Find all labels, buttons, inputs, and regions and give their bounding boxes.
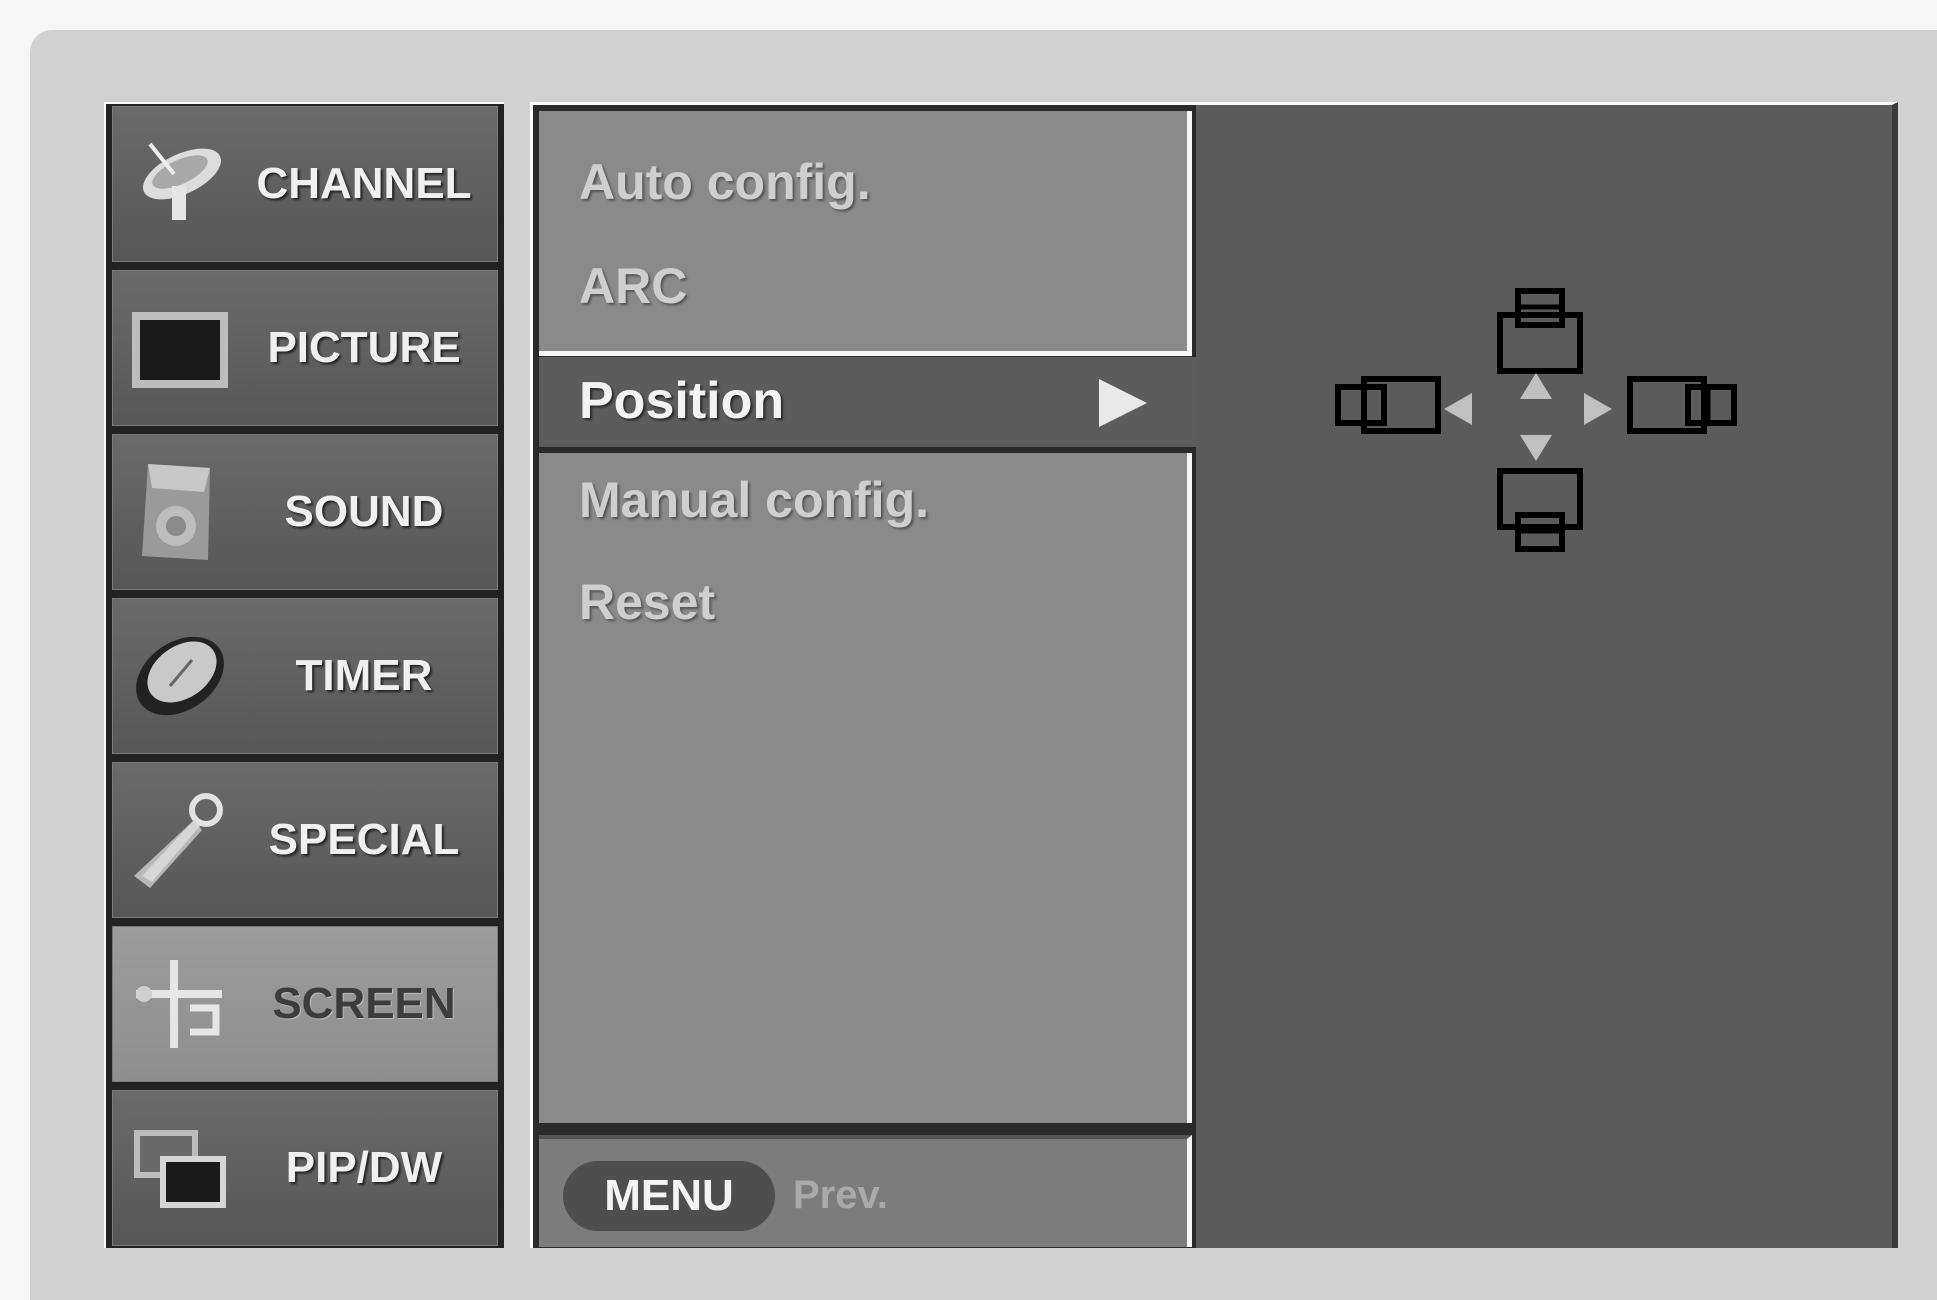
submenu-lower-group: Manual config. Reset: [539, 453, 1192, 1123]
arrow-left-icon[interactable]: [1442, 391, 1474, 427]
category-pip-dw[interactable]: PIP/DW: [112, 1090, 498, 1246]
category-screen[interactable]: SCREEN: [112, 926, 498, 1082]
menu-item-arc[interactable]: ARC: [579, 257, 687, 315]
menu-item-position[interactable]: Position: [539, 357, 1199, 447]
selected-item-label: Position: [579, 372, 785, 430]
tv-screen-icon: [132, 312, 228, 388]
menu-button[interactable]: MENU: [563, 1161, 775, 1231]
move-right-icon[interactable]: [1626, 373, 1740, 437]
submenu-arrow-right-icon: [1099, 379, 1147, 427]
category-label: CHANNEL: [256, 159, 472, 208]
category-picture[interactable]: PICTURE: [112, 270, 498, 426]
category-label: SPECIAL: [268, 815, 460, 864]
menu-item-auto-config[interactable]: Auto config.: [579, 153, 871, 211]
move-up-icon[interactable]: [1496, 285, 1586, 377]
arrow-up-icon[interactable]: [1516, 371, 1556, 401]
clock-icon: [136, 636, 224, 716]
menu-item-manual-config[interactable]: Manual config.: [579, 471, 929, 529]
category-special[interactable]: SPECIAL: [112, 762, 498, 918]
menu-item-reset[interactable]: Reset: [579, 573, 715, 631]
submenu-footer: MENU Prev.: [539, 1135, 1192, 1247]
screen-adjust-icon: [136, 960, 222, 1048]
satellite-dish-icon: [143, 142, 221, 220]
category-channel[interactable]: CHANNEL: [112, 106, 498, 262]
category-menu: CHANNEL PICTURE SOUND TIMER SPECIAL SCRE…: [104, 102, 504, 1248]
key-icon: [134, 793, 223, 888]
position-panel: [1196, 102, 1898, 1248]
arrow-right-icon[interactable]: [1582, 391, 1614, 427]
footer-hint: Prev.: [793, 1173, 888, 1217]
screen-submenu: Auto config. ARC Position Manual config.…: [530, 102, 1199, 1248]
move-down-icon[interactable]: [1496, 465, 1586, 557]
category-label: SOUND: [284, 487, 444, 536]
category-label: SCREEN: [272, 979, 456, 1028]
move-left-icon[interactable]: [1334, 373, 1444, 437]
arrow-down-icon[interactable]: [1516, 433, 1556, 463]
submenu-upper-group: Auto config. ARC: [539, 111, 1192, 356]
speaker-icon: [142, 464, 210, 560]
category-timer[interactable]: TIMER: [112, 598, 498, 754]
category-label: PICTURE: [267, 323, 461, 372]
category-sound[interactable]: SOUND: [112, 434, 498, 590]
category-label: PIP/DW: [285, 1143, 443, 1192]
category-label: TIMER: [295, 651, 433, 700]
pip-windows-icon: [134, 1130, 226, 1208]
